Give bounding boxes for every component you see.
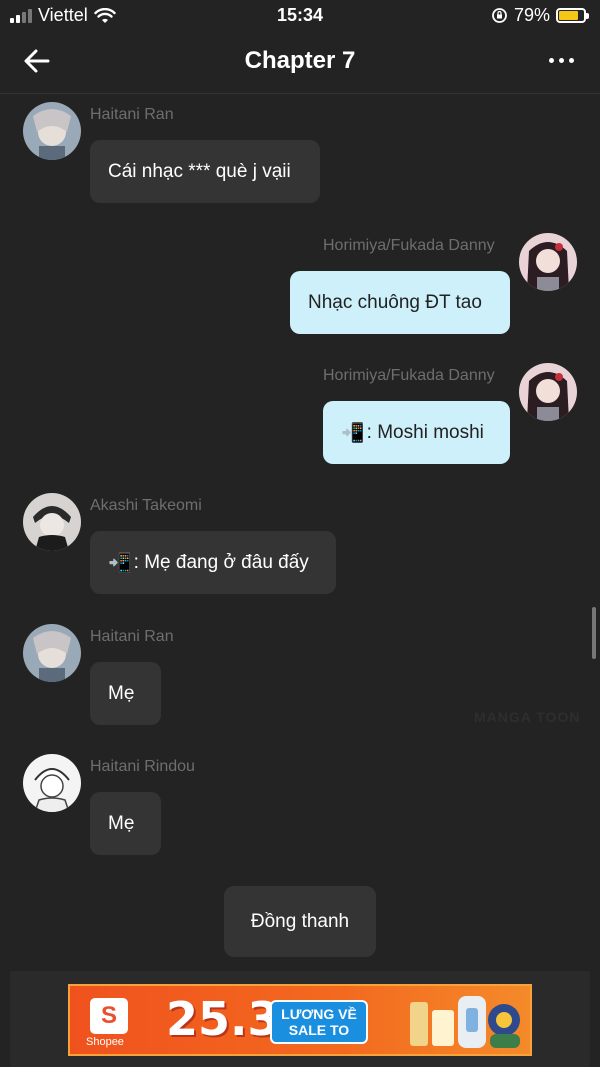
- more-options-icon[interactable]: [546, 50, 576, 70]
- ad-products-image: [410, 996, 520, 1048]
- page-title: Chapter 7: [244, 47, 356, 74]
- ad-brand: Shopee: [86, 1036, 124, 1048]
- message-bubble: Mẹ: [90, 662, 161, 725]
- message-bubble: Cái nhạc *** què j vạii: [90, 140, 320, 203]
- narration-bubble: Đồng thanh: [224, 886, 376, 957]
- message-bubble: 📲 : Moshi moshi: [323, 401, 510, 464]
- battery-percent: 79%: [513, 5, 550, 25]
- sender-name: Haitani Ran: [90, 106, 174, 123]
- ad-sale-line1: LƯƠNG VỀ: [281, 1005, 357, 1022]
- message-text: : Mẹ đang ở đâu đấy: [133, 551, 309, 573]
- message-text: Nhạc chuông ĐT tao: [308, 291, 482, 313]
- sender-name: Horimiya/Fukada Danny: [323, 237, 495, 254]
- message-bubble: 📲 : Mẹ đang ở đâu đấy: [90, 531, 336, 594]
- avatar[interactable]: [519, 363, 577, 421]
- chapter-header: Chapter 7: [0, 32, 600, 94]
- scrollbar-thumb[interactable]: [592, 607, 596, 659]
- message-bubble: Mẹ: [90, 792, 161, 855]
- ad-sale-badge: LƯƠNG VỀ SALE TO: [270, 1000, 368, 1044]
- ad-sale-line2: SALE TO: [288, 1022, 350, 1038]
- sender-name: Haitani Ran: [90, 628, 174, 645]
- avatar[interactable]: [23, 624, 81, 682]
- avatar[interactable]: [23, 493, 81, 551]
- sender-name: Haitani Rindou: [90, 758, 195, 775]
- watermark: MANGA TOON: [474, 709, 581, 725]
- ad-banner[interactable]: S Shopee 25.3 LƯƠNG VỀ SALE TO: [68, 984, 532, 1056]
- sender-name: Horimiya/Fukada Danny: [323, 367, 495, 384]
- incoming-call-icon: 📲: [108, 552, 132, 574]
- ad-date: 25.3: [166, 992, 280, 1046]
- avatar[interactable]: [519, 233, 577, 291]
- battery-icon: [556, 8, 589, 23]
- avatar[interactable]: [23, 102, 81, 160]
- sender-name: Akashi Takeomi: [90, 497, 202, 514]
- message-text: Cái nhạc *** què j vạii: [108, 160, 291, 182]
- status-bar: Viettel 15:34 79%: [0, 0, 600, 32]
- message-text: : Moshi moshi: [366, 421, 484, 443]
- message-text: Mẹ: [108, 682, 135, 704]
- rotation-lock-icon: [492, 8, 507, 23]
- message-bubble: Nhạc chuông ĐT tao: [290, 271, 510, 334]
- avatar[interactable]: [23, 754, 81, 812]
- shopee-bag-icon: S: [90, 998, 128, 1034]
- message-text: Mẹ: [108, 812, 135, 834]
- incoming-call-icon: 📲: [341, 422, 365, 444]
- narration-text: Đồng thanh: [250, 910, 350, 932]
- status-right: 79%: [491, 5, 589, 26]
